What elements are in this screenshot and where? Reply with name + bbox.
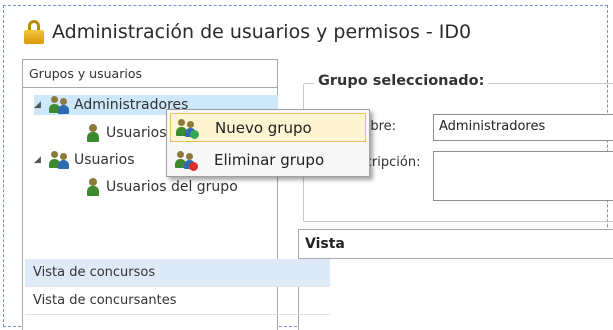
- vista-panel: Vista: [298, 229, 613, 330]
- collapse-arrow-icon[interactable]: ◢: [34, 155, 44, 165]
- group-icon: [48, 151, 70, 169]
- menu-item-label: Nuevo grupo: [215, 118, 312, 137]
- delete-group-menu-item[interactable]: Eliminar grupo: [170, 145, 366, 174]
- tree-node-usuarios-members[interactable]: Usuarios del grupo: [86, 177, 238, 197]
- selected-group-legend: Grupo seleccionado:: [314, 73, 489, 89]
- delete-group-icon: [174, 149, 198, 171]
- description-field[interactable]: [433, 151, 613, 201]
- name-field[interactable]: Administradores: [433, 114, 613, 141]
- context-menu: Nuevo grupo Eliminar grupo: [166, 109, 370, 177]
- collapse-arrow-icon[interactable]: ◢: [34, 100, 44, 110]
- window-title: Administración de usuarios y permisos - …: [52, 21, 472, 43]
- vista-header: Vista: [299, 230, 613, 259]
- tree-header: Grupos y usuarios: [23, 60, 277, 88]
- user-icon: [86, 178, 100, 196]
- tree-node-usuarios[interactable]: ◢ Usuarios: [34, 150, 135, 170]
- vista-row[interactable]: Vista de concursantes: [25, 287, 330, 315]
- lock-icon: [24, 20, 44, 44]
- menu-item-label: Eliminar grupo: [214, 150, 325, 169]
- tree-node-label: Usuarios del grupo: [106, 179, 238, 195]
- group-icon: [48, 96, 70, 114]
- tree-node-label: Usuarios: [74, 152, 135, 168]
- vista-row[interactable]: Vista de concursos: [25, 259, 330, 287]
- user-icon: [86, 124, 100, 142]
- add-group-icon: [175, 117, 199, 139]
- title-bar: Administración de usuarios y permisos - …: [24, 18, 471, 46]
- new-group-menu-item[interactable]: Nuevo grupo: [170, 113, 366, 142]
